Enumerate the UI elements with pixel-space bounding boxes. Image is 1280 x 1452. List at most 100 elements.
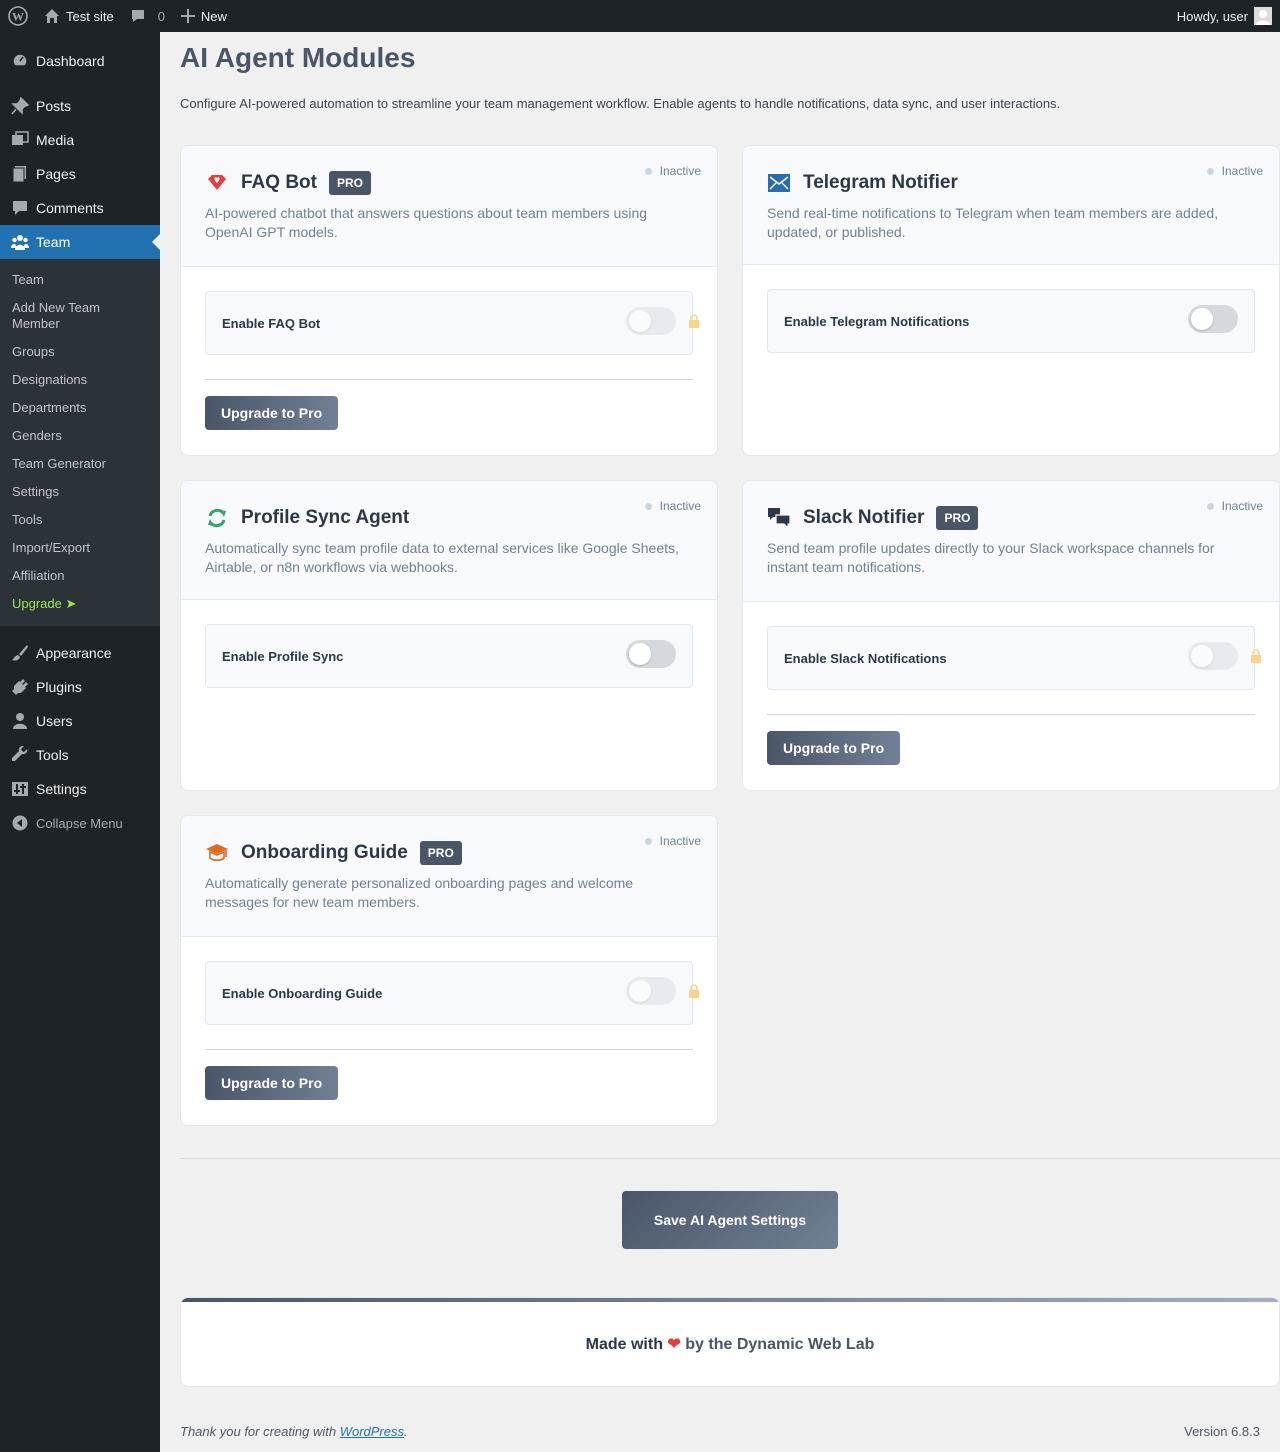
lock-icon — [688, 984, 700, 1001]
heart-icon: ❤ — [667, 1336, 681, 1353]
avatar — [1254, 7, 1272, 25]
chat-bubbles-icon — [767, 506, 791, 530]
sliders-icon — [10, 779, 30, 799]
credit-box: Made with ❤ by the Dynamic Web Lab — [180, 1297, 1280, 1387]
toggle-knob — [629, 643, 651, 665]
submenu-team[interactable]: Team — [0, 266, 160, 294]
upgrade-to-pro-button[interactable]: Upgrade to Pro — [205, 1066, 339, 1100]
menu-appearance[interactable]: Appearance — [0, 636, 160, 670]
menu-pages[interactable]: Pages — [0, 157, 160, 191]
divider — [767, 714, 1255, 715]
slack-notifications-toggle[interactable] — [1188, 642, 1238, 670]
card-description: AI-powered chatbot that answers question… — [205, 205, 648, 240]
new-content-link[interactable]: New — [173, 0, 235, 32]
menu-label: Team — [36, 234, 71, 250]
status-indicator: Inactive — [644, 499, 701, 513]
menu-media[interactable]: Media — [0, 123, 160, 157]
card-title: Slack Notifier — [803, 507, 925, 528]
menu-tools[interactable]: Tools — [0, 738, 160, 772]
plug-icon — [10, 677, 30, 697]
pages-icon — [10, 164, 30, 184]
page-title: AI Agent Modules — [180, 42, 416, 73]
credit-author: by the Dynamic Web Lab — [685, 1336, 875, 1353]
wrench-icon — [10, 745, 30, 765]
menu-team[interactable]: Team — [0, 225, 160, 259]
status-dot — [644, 167, 652, 175]
plus-icon — [180, 9, 195, 23]
profile-sync-toggle[interactable] — [626, 640, 676, 668]
setting-label: Enable Profile Sync — [222, 648, 344, 664]
page-description: Configure AI-powered automation to strea… — [180, 96, 1061, 111]
save-ai-agent-settings-button[interactable]: Save AI Agent Settings — [622, 1191, 838, 1249]
submenu-genders[interactable]: Genders — [0, 422, 160, 450]
submenu-groups[interactable]: Groups — [0, 338, 160, 366]
sync-icon — [205, 506, 229, 530]
site-name: Test site — [66, 8, 114, 24]
menu-users[interactable]: Users — [0, 704, 160, 738]
svg-text:W: W — [12, 10, 24, 24]
telegram-notifications-toggle[interactable] — [1188, 305, 1238, 333]
my-account[interactable]: Howdy, user — [1177, 7, 1280, 25]
menu-comments[interactable]: Comments — [0, 191, 160, 225]
submenu-add-new-team-member[interactable]: Add New Team Member — [0, 294, 160, 338]
faq-bot-toggle[interactable] — [626, 307, 676, 335]
menu-label: Tools — [36, 747, 69, 763]
upgrade-to-pro-button[interactable]: Upgrade to Pro — [205, 396, 339, 430]
card-header: Inactive Onboarding Guide PRO Automatica… — [181, 816, 717, 937]
module-card-faq-bot: Inactive FAQ Bot PRO AI-powered chatbot … — [180, 145, 718, 456]
status-dot — [1206, 502, 1214, 510]
wordpress-logo-icon[interactable]: W — [0, 0, 36, 32]
site-name-link[interactable]: Test site — [36, 0, 122, 32]
menu-plugins[interactable]: Plugins — [0, 670, 160, 704]
comments-link[interactable]: 0 — [122, 0, 173, 32]
wordpress-link[interactable]: WordPress — [340, 1424, 404, 1439]
menu-label: Plugins — [36, 679, 82, 695]
submenu-designations[interactable]: Designations — [0, 366, 160, 394]
setting-row: Enable Profile Sync — [205, 624, 693, 688]
setting-label: Enable Telegram Notifications — [784, 313, 970, 329]
divider — [205, 1049, 693, 1050]
onboarding-guide-toggle[interactable] — [626, 977, 676, 1005]
credit-text: Made with ❤ by the Dynamic Web Lab — [181, 1334, 1279, 1354]
menu-settings[interactable]: Settings — [0, 772, 160, 806]
toggle-knob — [1191, 645, 1213, 667]
module-card-slack-notifier: Inactive Slack Notifier PRO Send team pr… — [742, 480, 1280, 791]
submenu-team-generator[interactable]: Team Generator — [0, 450, 160, 478]
new-label: New — [200, 8, 227, 24]
collapse-menu-button[interactable]: Collapse Menu — [0, 806, 160, 840]
menu-label: Dashboard — [36, 53, 105, 69]
status-indicator: Inactive — [1206, 499, 1263, 513]
card-body: Enable FAQ Bot Upgrade to Pro — [181, 267, 717, 454]
pro-badge: PRO — [936, 506, 979, 530]
submenu-departments[interactable]: Departments — [0, 394, 160, 422]
submenu-affiliation[interactable]: Affiliation — [0, 562, 160, 590]
module-card-profile-sync-agent: Inactive Profile Sync Agent Automaticall… — [180, 480, 718, 791]
submenu-import-export[interactable]: Import/Export — [0, 534, 160, 562]
status-indicator: Inactive — [644, 164, 701, 178]
status-indicator: Inactive — [644, 834, 701, 848]
menu-label: Settings — [36, 781, 87, 797]
upgrade-to-pro-button[interactable]: Upgrade to Pro — [767, 731, 901, 765]
menu-dashboard[interactable]: Dashboard — [0, 44, 160, 78]
home-icon — [44, 8, 60, 24]
submenu-tools[interactable]: Tools — [0, 506, 160, 534]
pro-badge: PRO — [419, 841, 462, 865]
team-icon — [10, 232, 30, 252]
collapse-label: Collapse Menu — [36, 815, 123, 831]
pro-badge: PRO — [329, 171, 372, 195]
admin-sidebar: Dashboard Posts Media Pages Comments Tea… — [0, 32, 160, 1452]
team-submenu: Team Add New Team Member Groups Designat… — [0, 259, 160, 626]
card-title: Profile Sync Agent — [241, 507, 410, 528]
card-header: Inactive Telegram Notifier Send real-tim… — [743, 146, 1279, 265]
card-title: FAQ Bot — [241, 172, 317, 193]
status-dot — [1206, 167, 1214, 175]
card-description: Automatically generate personalized onbo… — [205, 875, 634, 910]
menu-label: Comments — [36, 200, 104, 216]
card-description: Automatically sync team profile data to … — [205, 540, 679, 575]
submenu-upgrade[interactable]: Upgrade ➤ — [0, 590, 160, 618]
pin-icon — [10, 96, 30, 116]
menu-posts[interactable]: Posts — [0, 89, 160, 123]
howdy-text: Howdy, user — [1176, 8, 1248, 24]
graduation-cap-icon — [205, 841, 229, 865]
submenu-settings[interactable]: Settings — [0, 478, 160, 506]
